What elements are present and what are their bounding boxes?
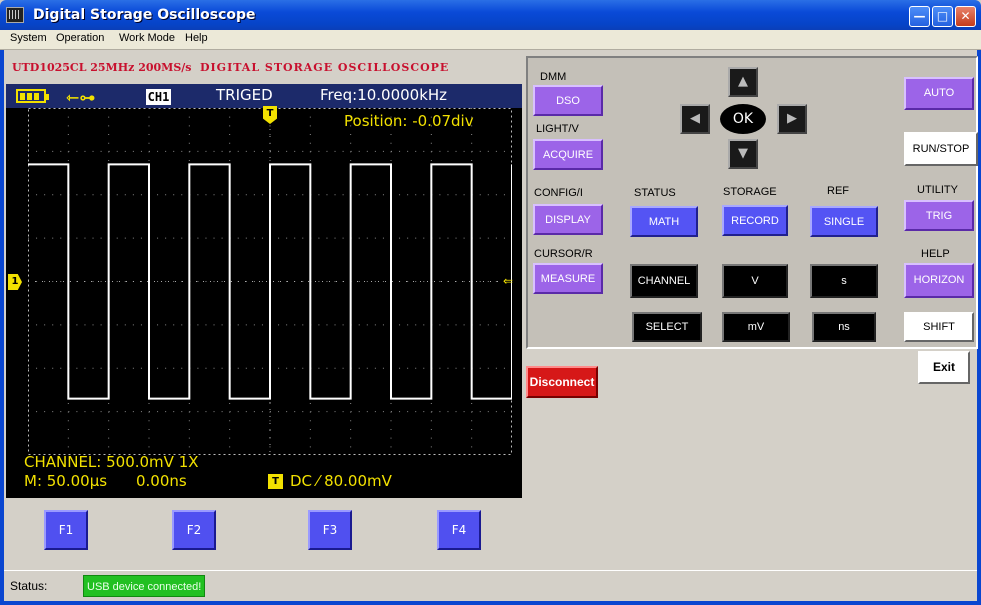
arrow-down-button[interactable]: ▼ — [728, 139, 758, 169]
s-button[interactable]: s — [810, 264, 878, 298]
waveform-grid — [28, 108, 512, 455]
v-button[interactable]: V — [722, 264, 788, 298]
frequency-readout: Freq:10.0000kHz — [320, 86, 448, 104]
arrow-left-button[interactable]: ◀ — [680, 104, 710, 134]
menu-operation[interactable]: Operation — [56, 32, 104, 44]
arrow-right-button[interactable]: ▶ — [777, 104, 807, 134]
dso-button[interactable]: DSO — [533, 85, 603, 116]
close-button[interactable]: ✕ — [955, 6, 976, 27]
maximize-button[interactable]: □ — [932, 6, 953, 27]
arrow-up-button[interactable]: ▲ — [728, 67, 758, 97]
usb-icon: ⇽⊶ — [66, 88, 96, 107]
status-value: USB device connected! — [83, 575, 206, 597]
app-icon — [6, 7, 24, 23]
menu-bar: System Operation Work Mode Help — [0, 30, 981, 50]
f3-button[interactable]: F3 — [308, 510, 352, 550]
math-button[interactable]: MATH — [630, 206, 698, 237]
channel-info: CHANNEL: 500.0mV 1X — [24, 453, 199, 471]
utility-label: UTILITY — [917, 184, 958, 196]
trigger-state: TRIGED — [216, 86, 273, 104]
auto-button[interactable]: AUTO — [904, 77, 974, 110]
window-title: Digital Storage Oscilloscope — [33, 7, 256, 23]
battery-icon — [16, 89, 49, 103]
channel-marker: 1 — [8, 274, 22, 290]
f2-button[interactable]: F2 — [172, 510, 216, 550]
exit-button[interactable]: Exit — [918, 351, 970, 384]
menu-help[interactable]: Help — [185, 32, 208, 44]
model-header: UTD1025CL 25MHz 200MS/s DIGITAL STORAGE … — [6, 57, 521, 79]
window-frame-left — [0, 30, 4, 605]
scope-screen: ⇽⊶ CH1 TRIGED Freq:10.0000kHz T 1 ⇐ Posi… — [6, 84, 522, 498]
channel-button[interactable]: CHANNEL — [630, 264, 698, 298]
status-group-label: STATUS — [634, 187, 676, 199]
config-label: CONFIG/I — [534, 187, 583, 199]
trigger-level-marker: ⇐ — [503, 274, 514, 288]
light-label: LIGHT/V — [536, 123, 579, 135]
waveform-plot — [28, 108, 512, 455]
ref-label: REF — [827, 185, 849, 197]
channel-badge: CH1 — [146, 89, 171, 105]
ok-button[interactable]: OK — [720, 104, 766, 134]
dmm-label: DMM — [540, 71, 567, 83]
cursor-label: CURSOR/R — [534, 248, 593, 260]
trigger-badge: T — [268, 474, 283, 489]
mv-button[interactable]: mV — [722, 312, 790, 342]
trig-button[interactable]: TRIG — [904, 200, 974, 231]
menu-work-mode[interactable]: Work Mode — [119, 32, 175, 44]
status-bar: Status: USB device connected! — [4, 570, 977, 601]
disconnect-button[interactable]: Disconnect — [526, 366, 598, 398]
f1-button[interactable]: F1 — [44, 510, 88, 550]
status-label: Status: — [10, 579, 48, 593]
run-stop-button[interactable]: RUN/STOP — [904, 132, 978, 166]
window-frame-bottom — [0, 601, 981, 605]
storage-label: STORAGE — [723, 186, 777, 198]
display-button[interactable]: DISPLAY — [533, 204, 603, 235]
screen-status-bar: ⇽⊶ CH1 TRIGED Freq:10.0000kHz — [6, 84, 522, 108]
f4-button[interactable]: F4 — [437, 510, 481, 550]
measure-button[interactable]: MEASURE — [533, 263, 603, 294]
horizon-button[interactable]: HORIZON — [904, 263, 974, 298]
model-description: DIGITAL STORAGE OSCILLOSCOPE — [200, 61, 450, 74]
title-bar[interactable]: Digital Storage Oscilloscope — □ ✕ — [0, 0, 981, 30]
acquire-button[interactable]: ACQUIRE — [533, 139, 603, 170]
position-readout: Position: -0.07div — [344, 112, 474, 130]
timebase-readout: M: 50.00µs — [24, 472, 108, 490]
help-label: HELP — [921, 248, 950, 260]
menu-system[interactable]: System — [10, 32, 47, 44]
single-button[interactable]: SINGLE — [810, 206, 878, 237]
record-button[interactable]: RECORD — [722, 205, 788, 236]
trigger-info: DC ⁄ 80.00mV — [290, 472, 392, 490]
select-button[interactable]: SELECT — [632, 312, 702, 342]
time-offset-readout: 0.00ns — [136, 472, 187, 490]
shift-button[interactable]: SHIFT — [904, 312, 974, 342]
minimize-button[interactable]: — — [909, 6, 930, 27]
model-name: UTD1025CL 25MHz 200MS/s — [12, 61, 192, 74]
ns-button[interactable]: ns — [812, 312, 876, 342]
